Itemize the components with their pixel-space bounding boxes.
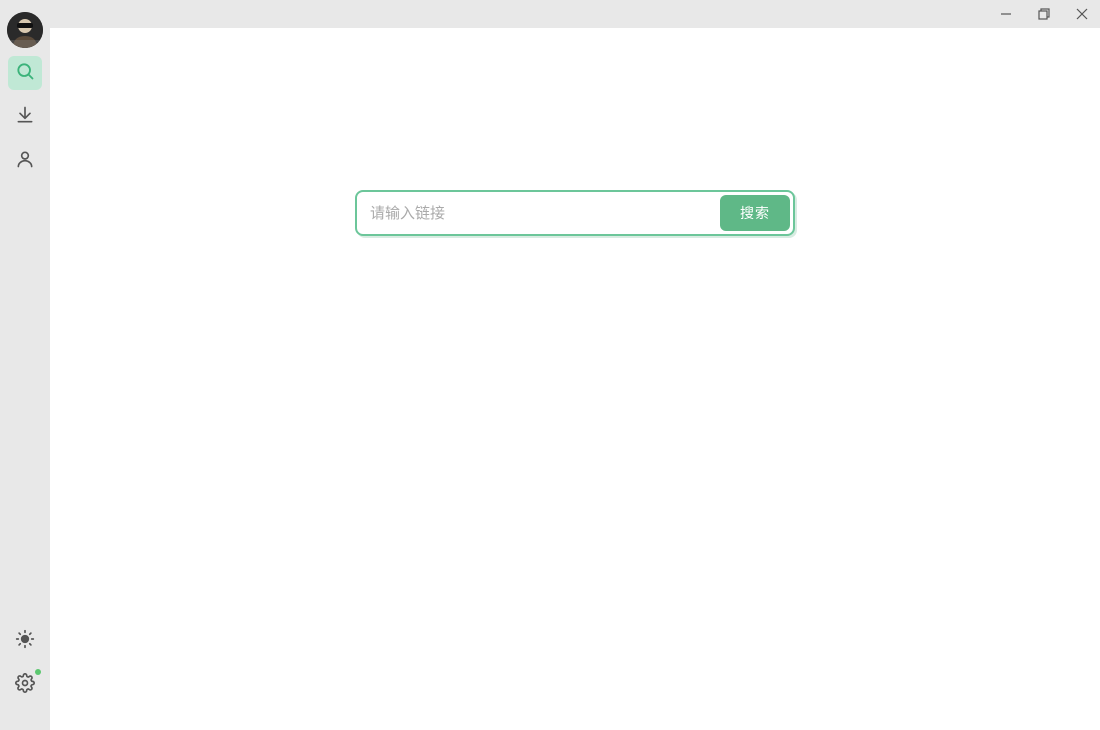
settings-icon xyxy=(15,673,35,698)
download-icon xyxy=(15,105,35,130)
minimize-button[interactable] xyxy=(996,4,1016,24)
search-input[interactable] xyxy=(360,195,720,231)
sidebar xyxy=(0,0,50,730)
main-area: 搜索 xyxy=(50,28,1100,730)
sidebar-bottom xyxy=(8,624,42,712)
user-icon xyxy=(15,149,35,174)
sidebar-item-search[interactable] xyxy=(8,56,42,90)
search-button[interactable]: 搜索 xyxy=(720,195,790,231)
search-container: 搜索 xyxy=(355,190,795,236)
search-icon xyxy=(15,61,35,86)
sidebar-item-user[interactable] xyxy=(8,144,42,178)
sidebar-item-settings[interactable] xyxy=(8,668,42,702)
sidebar-item-download[interactable] xyxy=(8,100,42,134)
brightness-icon xyxy=(15,629,35,654)
sidebar-item-brightness[interactable] xyxy=(8,624,42,658)
avatar[interactable] xyxy=(7,12,43,48)
maximize-button[interactable] xyxy=(1034,4,1054,24)
close-button[interactable] xyxy=(1072,4,1092,24)
notification-dot xyxy=(35,669,41,675)
titlebar xyxy=(0,0,1100,28)
